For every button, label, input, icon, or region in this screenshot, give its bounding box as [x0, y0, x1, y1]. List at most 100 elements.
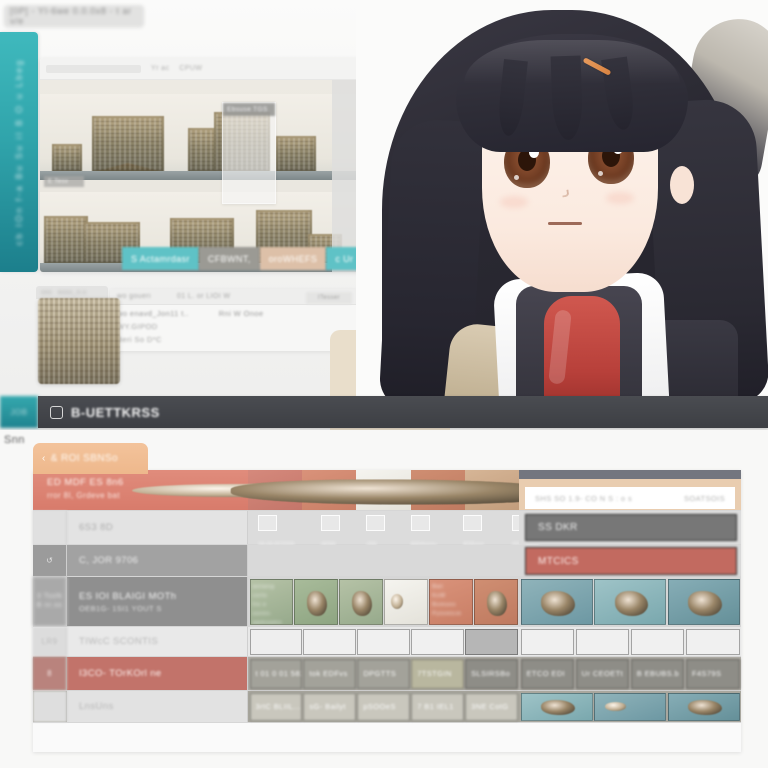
table-cell[interactable] — [303, 628, 356, 655]
icon-group[interactable]: BSEeV, — [463, 515, 485, 548]
overlay-panel[interactable]: Ebsuse TGS — [222, 102, 276, 204]
table-row[interactable]: ↺ C, JOR 9706 MTCICS — [33, 545, 741, 577]
thumb-art — [688, 700, 722, 716]
thumb-caption: Bwt KsW Bomseo Pytomtcm — [432, 584, 462, 618]
table-cell[interactable]: F4S79S — [685, 658, 740, 689]
snow-thumb[interactable] — [384, 578, 428, 625]
detail-card-header: wo goueri 01 L. or LIOI W ITesser — [110, 289, 358, 305]
table-row[interactable]: LR9 TIWcC SCONTIS — [33, 627, 741, 657]
row-number: 8 — [33, 657, 67, 690]
row-label: I3CO- TOrKOrl ne — [79, 668, 162, 679]
row-label: C, JOR 9706 — [79, 555, 139, 566]
building — [92, 116, 164, 172]
search-input[interactable]: SHS SO 1.9- CO N S : o s SOATSOIS — [525, 487, 735, 509]
dark-thumb[interactable] — [474, 578, 518, 625]
preview-thumbnail-tile[interactable] — [38, 298, 120, 384]
row-label-cell[interactable]: LnsUns — [67, 691, 248, 722]
table-cell[interactable] — [249, 628, 302, 655]
browser-preview-card[interactable]: Yr ac CPUW Ebsuse TGS E Tesv — [40, 58, 360, 272]
app-root: [0P] - YI-6we 0.0.0x8 - t ar v/e cb IOn … — [0, 0, 768, 768]
status-bar-text: B-UETTKRSS — [71, 404, 160, 420]
table-row[interactable]: LnsUns 3rtC BLIIL... sG- Bailyt pSOOeS 7… — [33, 691, 741, 723]
creature2-thumb[interactable] — [339, 578, 383, 625]
row-label-cell[interactable]: I3CO- TOrKOrl ne — [67, 657, 248, 690]
sea5-thumb[interactable] — [594, 692, 666, 721]
table-cell[interactable]: pSOOeS — [357, 692, 410, 721]
table-cell[interactable] — [685, 628, 740, 655]
status-rail: JOB — [0, 396, 38, 428]
list-icon — [320, 515, 340, 531]
row-cells-area: 3rtC BLIIL... sG- Bailyt pSOOeS 7 B1 IEL… — [248, 691, 519, 722]
vertical-rail-label: cb IOn f-a Bu Su il B O u Lbeg — [14, 58, 24, 246]
ground-strip — [40, 171, 360, 180]
tab-primary[interactable]: S Actamrdasr — [122, 247, 199, 270]
data-table: ED MDF ES 8n6 rror 8I, Grdeve bat SHS SO… — [33, 470, 741, 752]
sea4-thumb[interactable] — [520, 692, 593, 721]
thumb-art — [541, 590, 575, 617]
mini-tab-label-left: sns — [41, 289, 53, 296]
table-cell[interactable]: sG- Bailyt — [303, 692, 356, 721]
table-cell[interactable]: SLSIRSBo — [465, 658, 518, 689]
table-cell[interactable]: 7 B1 IEL1 — [411, 692, 464, 721]
sea-thumb[interactable] — [520, 578, 593, 625]
table-row[interactable]: 8 I3CO- TOrKOrl ne t 01 0 01 582 tok EDF… — [33, 657, 741, 691]
row-gallery-area: wniwng corls fre e ooren-awmoamo Bwt KsW Boms… — [248, 577, 519, 626]
orange-tab-label: & ROI SBNSo — [50, 453, 118, 464]
row-label-cell[interactable]: 6S3 8D — [67, 511, 248, 544]
table-cell[interactable] — [357, 628, 410, 655]
thumb-art — [688, 590, 722, 617]
row-label-cell[interactable]: TIWcC SCONTIS — [67, 627, 248, 656]
table-header-row[interactable]: ED MDF ES 8n6 rror 8I, Grdeve bat SHS SO… — [33, 470, 741, 511]
row-label: ES IOI BLAIGI MOTh — [79, 590, 177, 602]
detail-card-button[interactable]: ITesser — [306, 292, 352, 304]
gray-action-button[interactable]: SS DKR — [525, 514, 737, 541]
row-cells-right-area — [519, 627, 741, 656]
top-preview-section: [0P] - YI-6we 0.0.0x8 - t ar v/e cb IOn … — [0, 0, 768, 440]
red-action-button[interactable]: MTCICS — [525, 547, 737, 575]
row-label-cell[interactable]: C, JOR 9706 — [67, 545, 248, 576]
chevron-left-icon: ‹ — [42, 453, 46, 464]
text2-thumb[interactable]: Bwt KsW Bomseo Pytomtcm — [429, 578, 473, 625]
text-thumb[interactable]: wniwng corls fre e ooren-awmoamo — [249, 578, 293, 625]
orange-tab[interactable]: ‹ & ROI SBNSo — [33, 443, 148, 474]
row-label-cell[interactable]: ES IOI BLAIGI MOTh OEB1G- 1SI1 YOUT S — [67, 577, 248, 626]
table-cell[interactable] — [630, 628, 685, 655]
table-cell[interactable] — [575, 628, 630, 655]
table-cell[interactable] — [520, 628, 575, 655]
detail-head-col-1: wo goueri — [117, 293, 151, 300]
table-cell[interactable]: t 01 0 01 582 — [249, 658, 302, 689]
table-cell[interactable]: tok EDFvs — [303, 658, 356, 689]
table-cell[interactable] — [465, 628, 518, 655]
row-cells-right-area: ETCO EDI Ur CEOETt B EBUBS.b F4S79S — [519, 657, 741, 690]
table-row[interactable]: 6S3 8D 3E3E3FDSR I8I9E 8Et JSE BRHteou /… — [33, 511, 741, 554]
tab-tertiary[interactable]: oroWHEFS — [259, 247, 327, 270]
table-cell[interactable]: 7TSTGIN — [411, 658, 464, 689]
address-bar[interactable] — [46, 64, 141, 73]
table-cell[interactable]: 3NE CotG — [465, 692, 518, 721]
sea2-thumb[interactable] — [594, 578, 666, 625]
detail-card-row: wo enavd_Jon11 t.. Rni W Onoe — [110, 305, 358, 318]
table-cell[interactable]: B EBUBS.b — [630, 658, 685, 689]
mini-tab-label-right: esss_n.s — [58, 289, 87, 296]
thumb-art — [614, 590, 649, 617]
table-cell[interactable]: Ur CEOETt — [575, 658, 630, 689]
icon-group[interactable]: JSE — [365, 515, 385, 548]
grid-icon — [50, 405, 63, 419]
table-row[interactable]: 3 TsoN B nr.ss ES IOI BLAIGI MOTh OEB1G-… — [33, 577, 741, 627]
icon-group[interactable]: 3E3E3FDSR — [258, 515, 295, 548]
table-cell[interactable]: 3rtC BLIIL... — [249, 692, 302, 721]
creature-thumb[interactable] — [294, 578, 338, 625]
table-cell[interactable]: ETCO EDI — [520, 658, 575, 689]
sea3-thumb[interactable] — [667, 578, 740, 625]
status-bar[interactable]: B-UETTKRSS — [38, 396, 768, 428]
vertical-rail[interactable]: cb IOn f-a Bu Su il B O u Lbeg — [0, 32, 38, 272]
sea6-thumb[interactable] — [667, 692, 740, 721]
thumb-art — [391, 594, 404, 610]
row-action-area: SS DKR — [519, 511, 741, 544]
detail-card[interactable]: wo goueri 01 L. or LIOI W ITesser wo ena… — [110, 289, 358, 351]
tab-secondary[interactable]: CFBWNT, — [198, 247, 260, 270]
character-portrait — [356, 0, 768, 404]
flower-thumb[interactable] — [231, 470, 572, 510]
table-cell[interactable]: DPGTTS — [357, 658, 410, 689]
table-cell[interactable] — [411, 628, 464, 655]
